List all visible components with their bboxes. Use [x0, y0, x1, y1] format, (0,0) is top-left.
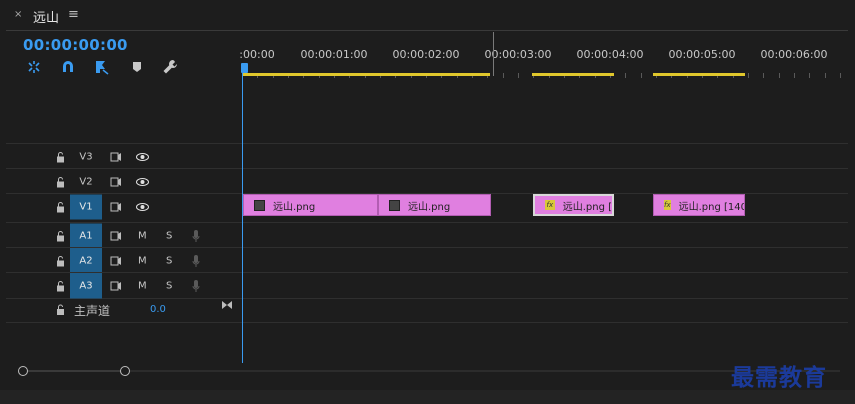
clip-name: 远山.png — [408, 201, 451, 213]
sync-lock-icon[interactable] — [110, 231, 122, 241]
microphone-icon[interactable] — [192, 229, 200, 243]
scroll-handle-left[interactable] — [18, 366, 28, 376]
ruler-tick — [625, 73, 626, 78]
fx-icon: fx — [664, 200, 671, 210]
solo-button[interactable]: S — [166, 230, 172, 241]
track-a2: A2 M S — [6, 247, 848, 273]
ruler-label: 00:00:04:00 — [576, 48, 644, 61]
lock-icon[interactable] — [56, 230, 65, 241]
master-volume-value[interactable]: 0.0 — [150, 304, 166, 315]
clip[interactable]: fx 远山.png [ — [533, 194, 614, 216]
sync-lock-icon[interactable] — [110, 202, 122, 212]
panel-menu-icon[interactable]: ≡ — [68, 7, 79, 22]
track-label-v1[interactable]: V1 — [70, 194, 102, 219]
linked-selection-icon[interactable] — [59, 58, 77, 76]
track-v2: V2 — [6, 168, 848, 194]
ruler-tick — [779, 73, 780, 78]
bottom-strip — [0, 390, 855, 404]
ruler-label: 00:00:01:00 — [300, 48, 368, 61]
ruler-label: 00:00:03:00 — [484, 48, 552, 61]
close-tab-icon[interactable]: × — [14, 9, 22, 20]
clip-name: 远山.png [ — [562, 201, 612, 213]
track-label-a1[interactable]: A1 — [70, 223, 102, 248]
zoom-scrollbar-thumb[interactable] — [22, 370, 125, 372]
clip-name: 远山.png — [273, 201, 316, 213]
track-v3: V3 — [6, 143, 848, 169]
track-label-a3[interactable]: A3 — [70, 273, 102, 298]
ruler-label: 00:00:06:00 — [760, 48, 828, 61]
track-header-a2: A2 M S — [6, 248, 243, 273]
sync-lock-icon[interactable] — [110, 177, 122, 187]
master-row-divider — [6, 322, 848, 323]
go-to-end-icon[interactable] — [221, 300, 233, 310]
clip[interactable]: 远山.png — [243, 194, 378, 216]
render-segment — [653, 73, 745, 76]
eye-icon[interactable] — [136, 152, 149, 161]
scroll-handle-right[interactable] — [120, 366, 130, 376]
panel-tab-bar — [0, 0, 855, 30]
ruler-tick — [748, 73, 749, 78]
lock-icon[interactable] — [56, 201, 65, 212]
ruler-tick — [503, 73, 504, 78]
track-header-v1: V1 — [6, 194, 243, 219]
render-segment — [532, 73, 614, 76]
lock-icon[interactable] — [56, 280, 65, 291]
track-label-v2[interactable]: V2 — [70, 169, 102, 194]
mute-button[interactable]: M — [138, 230, 147, 241]
solo-button[interactable]: S — [166, 280, 172, 291]
ruler-label: 00:00:02:00 — [392, 48, 460, 61]
track-header-v3: V3 — [6, 144, 243, 169]
playhead-timecode[interactable]: 00:00:00:00 — [23, 36, 128, 54]
mute-button[interactable]: M — [138, 280, 147, 291]
track-a3: A3 M S — [6, 272, 848, 299]
image-icon — [254, 199, 265, 211]
lock-icon[interactable] — [56, 255, 65, 266]
ruler-tick — [641, 73, 642, 78]
sync-lock-icon[interactable] — [110, 152, 122, 162]
ruler-tick — [518, 73, 519, 78]
clip-name: 远山.png [140 — [678, 201, 745, 213]
lock-icon[interactable] — [56, 151, 65, 162]
image-icon — [389, 199, 400, 211]
sequence-tab-title[interactable]: 远山 — [33, 7, 59, 26]
master-track-label: 主声道 — [74, 304, 111, 318]
ruler-label: 00:00:05:00 — [668, 48, 736, 61]
ruler-marker-line — [493, 32, 494, 76]
track-header-a3: A3 M S — [6, 273, 243, 298]
ruler-tick — [794, 73, 795, 78]
fx-icon: fx — [545, 200, 555, 210]
eye-icon[interactable] — [136, 177, 149, 186]
sync-lock-icon[interactable] — [110, 256, 122, 266]
watermark: 最需教育 — [731, 364, 827, 391]
snap-in-icon[interactable] — [25, 58, 43, 76]
microphone-icon[interactable] — [192, 279, 200, 293]
track-header-a1: A1 M S — [6, 223, 243, 248]
add-marker-icon[interactable] — [93, 58, 111, 76]
track-header-v2: V2 — [6, 169, 243, 194]
time-ruler[interactable]: :00:00 00:00:01:00 00:00:02:00 00:00:03:… — [239, 30, 848, 78]
playhead-line — [242, 73, 243, 363]
playhead-handle[interactable] — [241, 63, 248, 73]
ruler-tick — [840, 73, 841, 78]
track-label-a2[interactable]: A2 — [70, 248, 102, 273]
lock-icon[interactable] — [56, 176, 65, 187]
ruler-tick — [809, 73, 810, 78]
clip[interactable]: fx 远山.png [140 — [653, 194, 745, 216]
mute-button[interactable]: M — [138, 255, 147, 266]
ruler-label: :00:00 — [239, 48, 275, 61]
microphone-icon[interactable] — [192, 254, 200, 268]
sync-lock-icon[interactable] — [110, 281, 122, 291]
track-a1: A1 M S — [6, 222, 848, 248]
lock-icon[interactable] — [56, 304, 65, 315]
ruler-tick — [763, 73, 764, 78]
clip[interactable]: 远山.png — [378, 194, 491, 216]
ruler-tick — [825, 73, 826, 78]
wrench-settings-icon[interactable] — [161, 58, 179, 76]
eye-icon[interactable] — [136, 202, 149, 211]
solo-button[interactable]: S — [166, 255, 172, 266]
marker-icon[interactable] — [128, 58, 146, 76]
track-label-v3[interactable]: V3 — [70, 144, 102, 169]
render-segment — [242, 73, 490, 76]
